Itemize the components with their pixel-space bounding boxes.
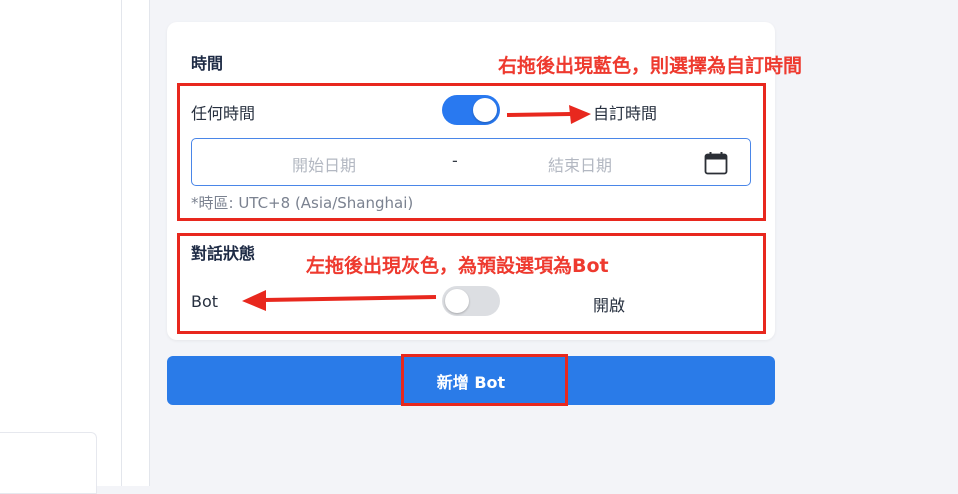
annotation-box-button (401, 354, 568, 406)
annotation-time-note: 右拖後出現藍色，則選擇為自訂時間 (498, 55, 803, 77)
time-section-title: 時間 (191, 54, 224, 73)
left-panel (0, 0, 122, 486)
arrow-right-icon (506, 105, 591, 124)
annotation-box-time (177, 83, 766, 221)
panel-divider (122, 0, 150, 486)
annotation-box-status (177, 233, 766, 334)
arrow-left-icon (242, 290, 437, 311)
left-panel-card (0, 432, 97, 494)
